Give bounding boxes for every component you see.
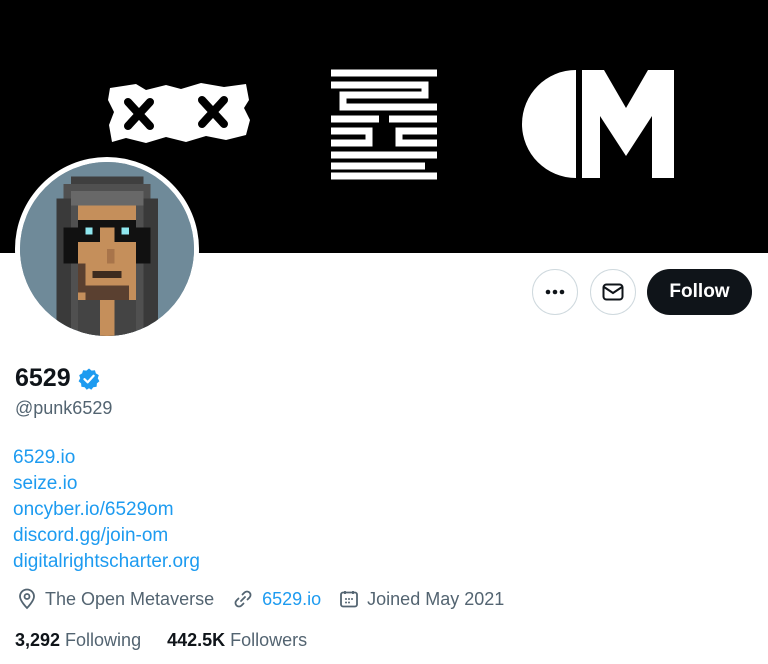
- followers-number: 442.5K: [167, 630, 226, 650]
- location-text: The Open Metaverse: [45, 588, 215, 609]
- following-number: 3,292: [15, 630, 61, 650]
- link-icon: [234, 590, 252, 608]
- followers-count[interactable]: 442.5K Followers: [167, 630, 307, 651]
- bio-link[interactable]: oncyber.io/6529om: [13, 497, 200, 523]
- follow-button[interactable]: Follow: [647, 269, 752, 315]
- display-name: 6529: [15, 364, 71, 392]
- pixel-punk-avatar: [20, 162, 194, 336]
- join-date-text: Joined May 2021: [367, 588, 505, 609]
- following-label: Following: [65, 630, 142, 650]
- profile-handle: @punk6529: [15, 398, 113, 418]
- message-button[interactable]: [590, 269, 636, 315]
- calendar-icon: [340, 591, 359, 608]
- envelope-icon: [602, 283, 624, 301]
- verified-badge-icon[interactable]: [77, 367, 101, 391]
- more-options-button[interactable]: [532, 269, 578, 315]
- location: The Open Metaverse: [17, 588, 214, 610]
- xx-eyes-logo: [108, 83, 250, 143]
- name-row: 6529: [15, 364, 101, 393]
- seize-logo: [331, 69, 437, 180]
- avatar[interactable]: [20, 162, 194, 336]
- followers-label: Followers: [230, 630, 308, 650]
- bio-link[interactable]: 6529.io: [13, 445, 200, 471]
- bio-link[interactable]: discord.gg/join-om: [13, 523, 200, 549]
- website-link[interactable]: 6529.io: [262, 589, 321, 610]
- bio-link[interactable]: digitalrightscharter.org: [13, 549, 200, 575]
- om-logo: [522, 70, 674, 178]
- join-date: Joined May 2021: [339, 589, 504, 610]
- bio-links: 6529.io seize.io oncyber.io/6529om disco…: [13, 445, 200, 575]
- bio-link[interactable]: seize.io: [13, 471, 200, 497]
- website[interactable]: 6529.io: [232, 588, 321, 610]
- following-count[interactable]: 3,292 Following: [15, 630, 141, 651]
- profile-meta: The Open Metaverse 6529.io Joined May 20…: [17, 588, 522, 610]
- location-pin-icon: [19, 588, 35, 610]
- follow-counts: 3,292 Following 442.5K Followers: [15, 630, 333, 651]
- avatar-frame[interactable]: [15, 157, 199, 341]
- ellipsis-icon: [545, 289, 565, 295]
